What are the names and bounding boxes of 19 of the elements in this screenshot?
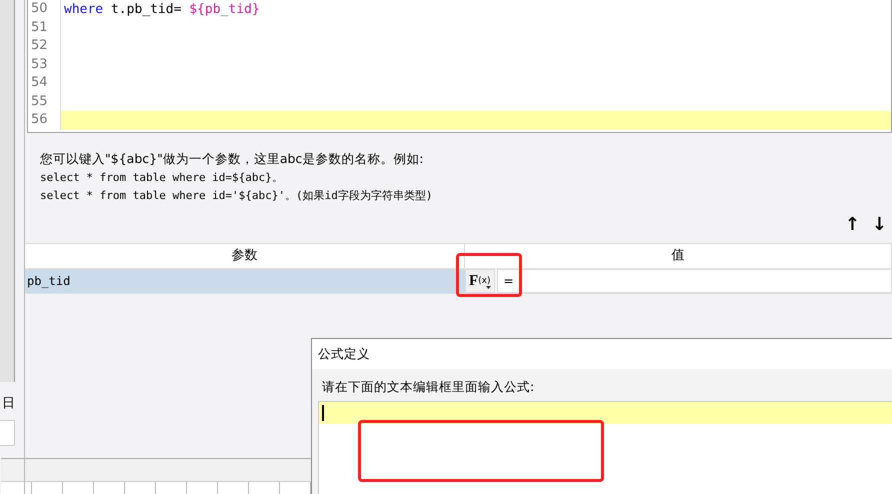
column-header[interactable]: 参数 (25, 244, 465, 268)
dialog-title: 公式定义 (312, 339, 892, 369)
example-code: select * from table where id=${abc}。 (40, 170, 284, 186)
table-cell[interactable]: pb_tid (25, 269, 465, 293)
move-button[interactable]: ↓ (868, 211, 890, 237)
code-editor[interactable]: 50 where t.pb_tid= ${pb_tid} 51 52 53 54 55 56 (27, 0, 892, 133)
side-field[interactable] (0, 420, 15, 446)
dropdown-caret-icon (486, 286, 491, 289)
line-number: 56 (28, 111, 61, 130)
formula-editor[interactable] (318, 401, 892, 494)
help-text: 您可以键入"${abc}"做为一个参数，这里abc是参数的名称。例如: (40, 150, 425, 168)
prompt-label: 请在下面的文本编辑框里面输入公式: (322, 378, 536, 396)
column-header[interactable]: 值 (465, 244, 892, 268)
side-label: 日 (2, 395, 16, 413)
value-field[interactable]: = (496, 269, 892, 293)
move-button[interactable]: ↑ (842, 211, 863, 237)
highlight-box (456, 253, 522, 297)
example-code: select * from table where id='${abc}'。(如果id字段为字符串类型) (40, 188, 434, 204)
code-line: where t.pb_tid= ${pb_tid} (63, 2, 260, 17)
